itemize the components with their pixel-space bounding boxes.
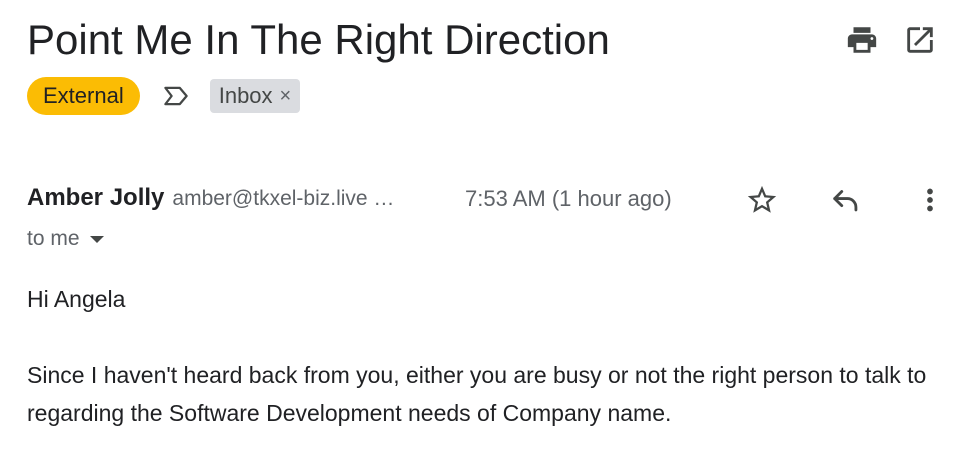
more-options-button[interactable]	[910, 180, 950, 220]
open-in-new-window-button[interactable]	[902, 22, 938, 58]
star-icon	[747, 185, 777, 213]
message-actions	[742, 180, 950, 220]
print-button[interactable]	[844, 22, 880, 58]
chevron-down-icon	[89, 235, 104, 243]
label-external[interactable]: External	[27, 77, 140, 115]
email-timestamp: 7:53 AM (1 hour ago)	[465, 186, 672, 211]
star-button[interactable]	[742, 180, 782, 220]
email-subject: Point Me In The Right Direction	[27, 16, 610, 63]
print-icon	[847, 27, 877, 53]
label-inbox[interactable]: Inbox ×	[209, 79, 301, 113]
important-marker-icon	[163, 86, 188, 106]
email-greeting: Hi Angela	[27, 286, 126, 312]
recipients-text: to me	[27, 227, 80, 250]
reply-icon	[833, 190, 858, 212]
sender-email[interactable]: amber@tkxel-biz.live …	[172, 187, 394, 211]
label-inbox-text: Inbox	[218, 83, 273, 108]
header-actions	[844, 22, 938, 58]
labels-row: External Inbox ×	[27, 77, 301, 115]
sender-info: Amber Jolly amber@tkxel-biz.live …	[27, 184, 394, 218]
recipients-dropdown[interactable]: to me	[27, 227, 104, 251]
sender-name[interactable]: Amber Jolly	[27, 184, 164, 212]
open-in-new-window-icon	[907, 27, 933, 53]
important-marker-button[interactable]	[158, 78, 194, 114]
reply-button[interactable]	[826, 180, 866, 220]
email-paragraph: Since I haven't heard back from you, eit…	[27, 362, 927, 426]
more-vert-icon	[927, 188, 933, 212]
email-body: Hi Angela Since I haven't heard back fro…	[27, 280, 947, 432]
remove-label-icon[interactable]: ×	[280, 79, 292, 113]
